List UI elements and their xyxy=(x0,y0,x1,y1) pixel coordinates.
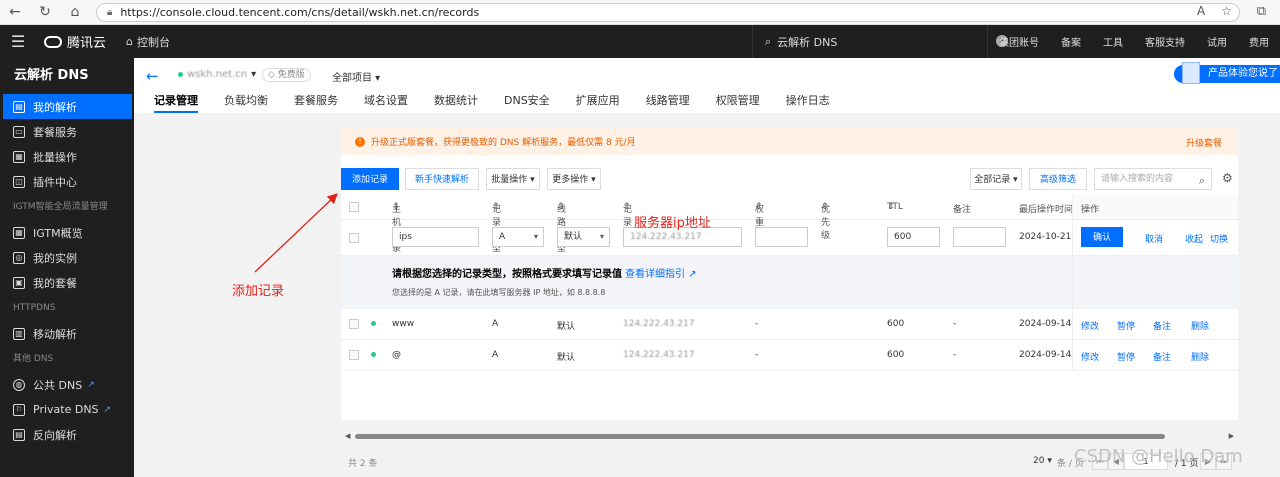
annotation-arrow xyxy=(254,193,338,273)
watermark: CSDN @Hello Dam xyxy=(1074,446,1243,467)
